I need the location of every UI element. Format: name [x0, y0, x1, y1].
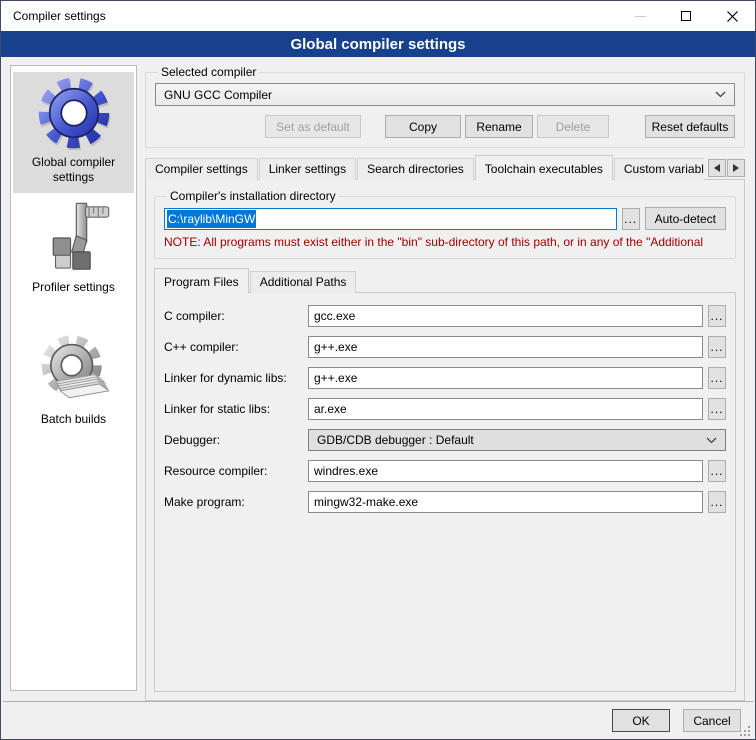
field-row-linker-dynamic: Linker for dynamic libs: ...	[164, 367, 726, 389]
sidebar-item-profiler-settings[interactable]: Profiler settings	[13, 197, 134, 303]
compiler-buttons-row: Set as default Copy Rename Delete Reset …	[155, 115, 735, 138]
rename-button[interactable]: Rename	[465, 115, 533, 138]
tab-search-directories[interactable]: Search directories	[357, 158, 474, 180]
compiler-select-value: GNU GCC Compiler	[164, 88, 715, 102]
resource-compiler-input[interactable]	[308, 460, 703, 482]
set-as-default-button[interactable]: Set as default	[265, 115, 361, 138]
program-files-notebook: Program Files Additional Paths C compile…	[154, 268, 736, 692]
c-compiler-input[interactable]	[308, 305, 703, 327]
dialog-footer: OK Cancel	[3, 701, 753, 739]
sidebar-item-label: Profiler settings	[32, 280, 115, 295]
linker-dynamic-browse-button[interactable]: ...	[708, 367, 726, 389]
maximize-icon	[681, 11, 691, 21]
install-dir-selected-text: C:\raylib\MinGW	[167, 210, 256, 228]
close-button[interactable]	[709, 1, 755, 31]
ok-button[interactable]: OK	[612, 709, 670, 732]
inner-tabs-view: Program Files Additional Paths	[154, 268, 734, 293]
chevron-down-icon	[706, 437, 717, 444]
gray-gear-paper-stack-icon	[37, 333, 111, 407]
maximize-button[interactable]	[663, 1, 709, 31]
page-title: Global compiler settings	[1, 31, 755, 57]
chevron-down-icon	[715, 91, 726, 98]
debugger-select-value: GDB/CDB debugger : Default	[317, 433, 706, 447]
field-label: Linker for dynamic libs:	[164, 371, 308, 385]
install-dir-input[interactable]: C:\raylib\MinGW	[164, 208, 617, 230]
installation-directory-legend: Compiler's installation directory	[167, 189, 339, 203]
reset-defaults-button[interactable]: Reset defaults	[645, 115, 735, 138]
make-program-browse-button[interactable]: ...	[708, 491, 726, 513]
selected-compiler-group: Selected compiler GNU GCC Compiler Set a…	[145, 65, 745, 148]
caliper-icon	[37, 201, 111, 275]
tab-toolchain-executables[interactable]: Toolchain executables	[475, 155, 613, 180]
sidebar-item-label: Batch builds	[41, 412, 106, 427]
install-dir-note: NOTE: All programs must exist either in …	[164, 235, 726, 249]
install-dir-browse-button[interactable]: ...	[622, 208, 640, 230]
tab-compiler-settings[interactable]: Compiler settings	[145, 158, 258, 180]
tab-scroll-right-button[interactable]	[727, 159, 745, 177]
dialog-body: Global compiler settings	[1, 57, 755, 701]
toolchain-executables-panel: Compiler's installation directory C:\ray…	[145, 179, 745, 701]
auto-detect-button[interactable]: Auto-detect	[645, 207, 726, 230]
c-compiler-browse-button[interactable]: ...	[708, 305, 726, 327]
linker-dynamic-input[interactable]	[308, 367, 703, 389]
titlebar: Compiler settings	[1, 1, 755, 31]
arrow-left-icon	[714, 164, 720, 172]
field-row-cpp-compiler: C++ compiler: ...	[164, 336, 726, 358]
tabs-view: Compiler settings Linker settings Search…	[145, 155, 704, 180]
installation-directory-group: Compiler's installation directory C:\ray…	[154, 189, 736, 259]
copy-button[interactable]: Copy	[385, 115, 461, 138]
linker-static-input[interactable]	[308, 398, 703, 420]
linker-static-browse-button[interactable]: ...	[708, 398, 726, 420]
tab-program-files[interactable]: Program Files	[154, 268, 249, 293]
debugger-select[interactable]: GDB/CDB debugger : Default	[308, 429, 726, 451]
tab-custom-variables[interactable]: Custom variables	[614, 158, 704, 180]
field-label: C++ compiler:	[164, 340, 308, 354]
field-row-linker-static: Linker for static libs: ...	[164, 398, 726, 420]
tab-additional-paths[interactable]: Additional Paths	[250, 271, 357, 293]
field-label: Make program:	[164, 495, 308, 509]
sidebar-item-batch-builds[interactable]: Batch builds	[13, 329, 134, 435]
program-files-panel: C compiler: ... C++ compiler: ... Linker…	[154, 292, 736, 692]
tab-scroll-controls	[708, 159, 745, 177]
resize-grip[interactable]	[738, 724, 751, 737]
cpp-compiler-input[interactable]	[308, 336, 703, 358]
tab-linker-settings[interactable]: Linker settings	[259, 158, 356, 180]
field-label: Resource compiler:	[164, 464, 308, 478]
settings-tabstrip: Compiler settings Linker settings Search…	[145, 155, 745, 180]
selected-compiler-legend: Selected compiler	[158, 65, 259, 79]
sidebar-item-label: Global compiler settings	[15, 155, 132, 185]
field-label: C compiler:	[164, 309, 308, 323]
field-label: Debugger:	[164, 433, 308, 447]
compiler-settings-dialog: Compiler settings Global compiler settin…	[0, 0, 756, 740]
field-row-make-program: Make program: ...	[164, 491, 726, 513]
sidebar-item-global-compiler-settings[interactable]: Global compiler settings	[13, 72, 134, 193]
blue-gear-icon	[37, 76, 111, 150]
field-row-c-compiler: C compiler: ...	[164, 305, 726, 327]
cpp-compiler-browse-button[interactable]: ...	[708, 336, 726, 358]
settings-content: Selected compiler GNU GCC Compiler Set a…	[145, 65, 745, 701]
arrow-right-icon	[733, 164, 739, 172]
make-program-input[interactable]	[308, 491, 703, 513]
minimize-icon	[635, 16, 646, 17]
program-files-tabstrip: Program Files Additional Paths	[154, 268, 736, 293]
delete-button[interactable]: Delete	[537, 115, 609, 138]
cancel-button[interactable]: Cancel	[683, 709, 741, 732]
field-row-resource-compiler: Resource compiler: ...	[164, 460, 726, 482]
minimize-button[interactable]	[617, 1, 663, 31]
field-label: Linker for static libs:	[164, 402, 308, 416]
installation-directory-row: C:\raylib\MinGW ... Auto-detect	[164, 207, 726, 230]
field-row-debugger: Debugger: GDB/CDB debugger : Default	[164, 429, 726, 451]
compiler-select[interactable]: GNU GCC Compiler	[155, 83, 735, 106]
resource-compiler-browse-button[interactable]: ...	[708, 460, 726, 482]
window-title: Compiler settings	[1, 9, 617, 23]
tab-scroll-left-button[interactable]	[708, 159, 726, 177]
settings-sidebar: Global compiler settings	[10, 65, 137, 691]
close-icon	[727, 11, 738, 22]
